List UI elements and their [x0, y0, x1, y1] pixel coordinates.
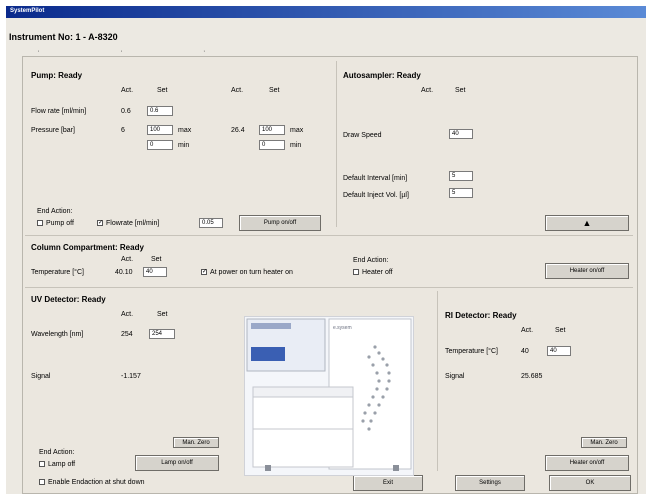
pump-col-act: Act.: [121, 87, 134, 94]
pump-col-act2: Act.: [231, 87, 244, 94]
power-on-heater-label: At power on turn heater on: [210, 269, 293, 276]
ri-heater-button[interactable]: Heater on/off: [545, 455, 629, 471]
ri-signal-value: 25.685: [521, 373, 543, 380]
uv-col-act: Act.: [121, 311, 134, 318]
divider-detectors: [25, 287, 633, 288]
pressure-min-label: min: [178, 142, 190, 149]
interval-label: Default Interval [min]: [343, 175, 408, 182]
heater-off-checkbox[interactable]: [353, 269, 359, 275]
column-heater-button[interactable]: Heater on/off: [545, 263, 629, 279]
ri-signal-label: Signal: [445, 373, 465, 380]
window-body: Instrument No: 1 - A-8320 ' ' ' Pump: Re…: [6, 18, 646, 494]
divider-vertical-top: [336, 61, 337, 227]
divider-vertical-bottom: [437, 291, 438, 471]
instrument-illustration: [246, 318, 412, 471]
lamp-off-checkbox[interactable]: [39, 461, 45, 467]
interval-input[interactable]: 5: [449, 171, 473, 181]
instrument-title: Instrument No: 1 - A-8320: [9, 32, 118, 42]
ri-temp-input[interactable]: 40: [547, 346, 571, 356]
autosampler-col-act: Act.: [421, 87, 434, 94]
screen-blue-block: [251, 347, 285, 361]
uv-title: UV Detector: Ready: [31, 295, 106, 304]
brand-text: e.sysem: [333, 325, 352, 331]
power-on-heater-checkbox[interactable]: ✓: [201, 269, 207, 275]
eject-button[interactable]: ▲: [545, 215, 629, 231]
flow-label: Flow rate [ml/min]: [31, 108, 87, 115]
wavelength-input[interactable]: 254: [149, 329, 175, 339]
exit-button[interactable]: Exit: [353, 475, 423, 491]
column-col-set: Set: [151, 256, 162, 263]
column-temp-label: Temperature [°C]: [31, 269, 84, 276]
flow-act: 0.6: [121, 108, 131, 115]
shutdown-endaction-label: Enable Endaction at shut down: [48, 479, 145, 486]
instrument-body: [252, 386, 354, 468]
pump-off-label: Pump off: [46, 220, 74, 227]
flow-set-input[interactable]: 0.6: [147, 106, 173, 116]
pressure2-min-input[interactable]: 0: [259, 140, 285, 150]
column-temp-input[interactable]: 40: [143, 267, 167, 277]
pump-off-checkbox[interactable]: [37, 220, 43, 226]
flowrate-label: Flowrate [ml/min]: [106, 220, 160, 227]
uv-signal-label: Signal: [31, 373, 51, 380]
uv-autozero-button[interactable]: Man. Zero: [173, 437, 219, 448]
title-bar[interactable]: SystemPilot: [6, 6, 646, 18]
flowrate-input[interactable]: 0.05: [199, 218, 223, 228]
ri-title: RI Detector: Ready: [445, 311, 517, 320]
pressure2-act: 26.4: [231, 127, 245, 134]
window-title: SystemPilot: [10, 8, 45, 14]
instrument-top: [252, 386, 354, 398]
inject-vol-input[interactable]: 5: [449, 188, 473, 198]
wavelength-act: 254: [121, 331, 133, 338]
uv-end-action-label: End Action:: [39, 449, 75, 456]
ri-autozero-button[interactable]: Man. Zero: [581, 437, 627, 448]
uv-col-set: Set: [157, 311, 168, 318]
autosampler-title: Autosampler: Ready: [343, 71, 421, 80]
pump-col-set2: Set: [269, 87, 280, 94]
pressure-min-input[interactable]: 0: [147, 140, 173, 150]
pressure2-min-label: min: [290, 142, 302, 149]
lamp-off-label: Lamp off: [48, 461, 76, 468]
pressure-max-label: max: [178, 127, 192, 134]
shutdown-endaction-checkbox[interactable]: [39, 479, 45, 485]
flowrate-checkbox[interactable]: ✓: [97, 220, 103, 226]
pump-col-set: Set: [157, 87, 168, 94]
pump-end-action-label: End Action:: [37, 208, 73, 215]
column-col-act: Act.: [121, 256, 134, 263]
ri-temp-label: Temperature [°C]: [445, 348, 498, 355]
wavelength-label: Wavelength [nm]: [31, 331, 84, 338]
divider-column: [25, 235, 633, 236]
pump-onoff-button[interactable]: Pump on/off: [239, 215, 321, 231]
screen-bar-top: [251, 323, 291, 329]
pressure-max-input[interactable]: 100: [147, 125, 173, 135]
draw-speed-input[interactable]: 40: [449, 129, 473, 139]
pressure-label: Pressure [bar]: [31, 127, 75, 134]
column-end-action-label: End Action:: [353, 257, 389, 264]
lamp-onoff-button[interactable]: Lamp on/off: [135, 455, 219, 471]
uv-signal-value: -1.157: [121, 373, 141, 380]
settings-button[interactable]: Settings: [455, 475, 525, 491]
pressure2-max-label: max: [290, 127, 304, 134]
foot-left: [265, 465, 271, 471]
instrument-image: e.sysem: [244, 316, 414, 476]
inject-vol-label: Default Inject Vol. [µl]: [343, 192, 409, 199]
heater-off-label: Heater off: [362, 269, 393, 276]
ri-temp-act: 40: [521, 348, 529, 355]
column-temp-act: 40.10: [115, 269, 133, 276]
application-window: SystemPilot Instrument No: 1 - A-8320 ' …: [0, 0, 652, 500]
pump-title: Pump: Ready: [31, 71, 83, 80]
draw-speed-label: Draw Speed: [343, 132, 382, 139]
ok-button[interactable]: OK: [549, 475, 631, 491]
ri-col-act: Act.: [521, 327, 534, 334]
pressure2-max-input[interactable]: 100: [259, 125, 285, 135]
pressure-act: 6: [121, 127, 125, 134]
autosampler-col-set: Set: [455, 87, 466, 94]
column-title: Column Compartment: Ready: [31, 243, 144, 252]
foot-right: [393, 465, 399, 471]
ri-col-set: Set: [555, 327, 566, 334]
